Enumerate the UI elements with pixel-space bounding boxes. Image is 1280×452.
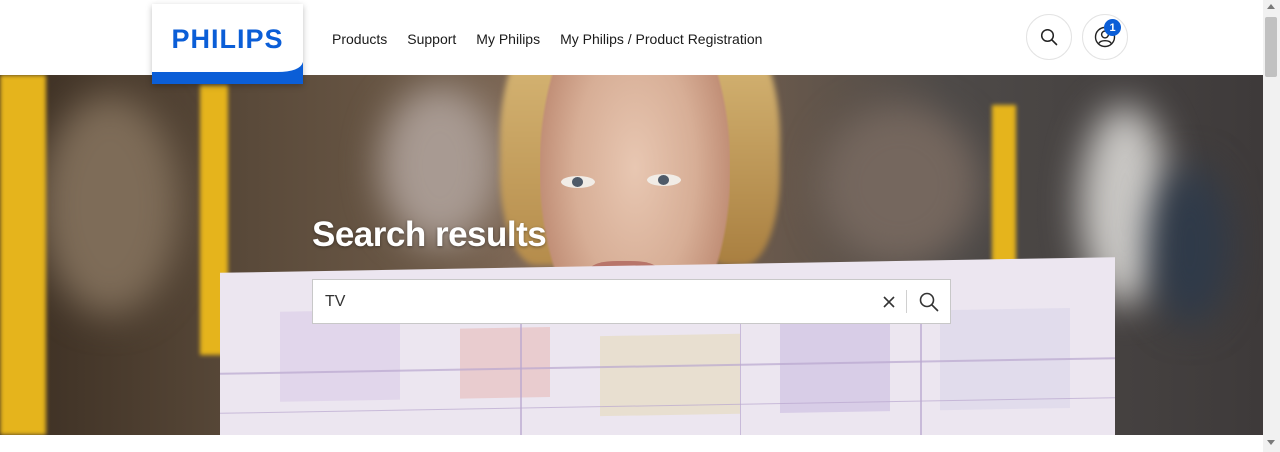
- account-button[interactable]: 1: [1082, 14, 1128, 60]
- close-icon[interactable]: [879, 292, 899, 312]
- nav-item-my-philips[interactable]: My Philips: [476, 31, 540, 47]
- map-region: [780, 321, 890, 414]
- main-nav: Products Support My Philips My Philips /…: [332, 31, 762, 47]
- scrollbar[interactable]: [1263, 0, 1280, 452]
- nav-item-support[interactable]: Support: [407, 31, 456, 47]
- nav-item-products[interactable]: Products: [332, 31, 387, 47]
- map-region: [460, 327, 550, 399]
- account-badge: 1: [1104, 19, 1121, 36]
- page-content-area: [0, 435, 1263, 452]
- nav-item-product-registration[interactable]: My Philips / Product Registration: [560, 31, 762, 47]
- scroll-up-icon[interactable]: [1267, 4, 1275, 9]
- yellow-pole: [0, 75, 46, 435]
- logo-text: PHILIPS: [171, 24, 284, 54]
- search-icon: [1040, 28, 1058, 46]
- logo-wave-shape: [152, 62, 303, 84]
- eye: [561, 176, 595, 188]
- scrollbar-thumb[interactable]: [1265, 17, 1277, 77]
- eye: [647, 174, 681, 186]
- background-light: [1150, 165, 1230, 325]
- page-title: Search results: [312, 215, 547, 254]
- search-divider: [906, 290, 907, 313]
- scroll-down-icon[interactable]: [1267, 440, 1275, 445]
- search-icon[interactable]: [918, 291, 940, 313]
- search-box: [312, 279, 951, 324]
- background-light: [40, 95, 180, 315]
- header-search-button[interactable]: [1026, 14, 1072, 60]
- background-light: [820, 105, 980, 265]
- philips-logo[interactable]: PHILIPS: [152, 4, 303, 84]
- search-input[interactable]: [325, 280, 865, 323]
- hero-banner: Search results: [0, 75, 1263, 435]
